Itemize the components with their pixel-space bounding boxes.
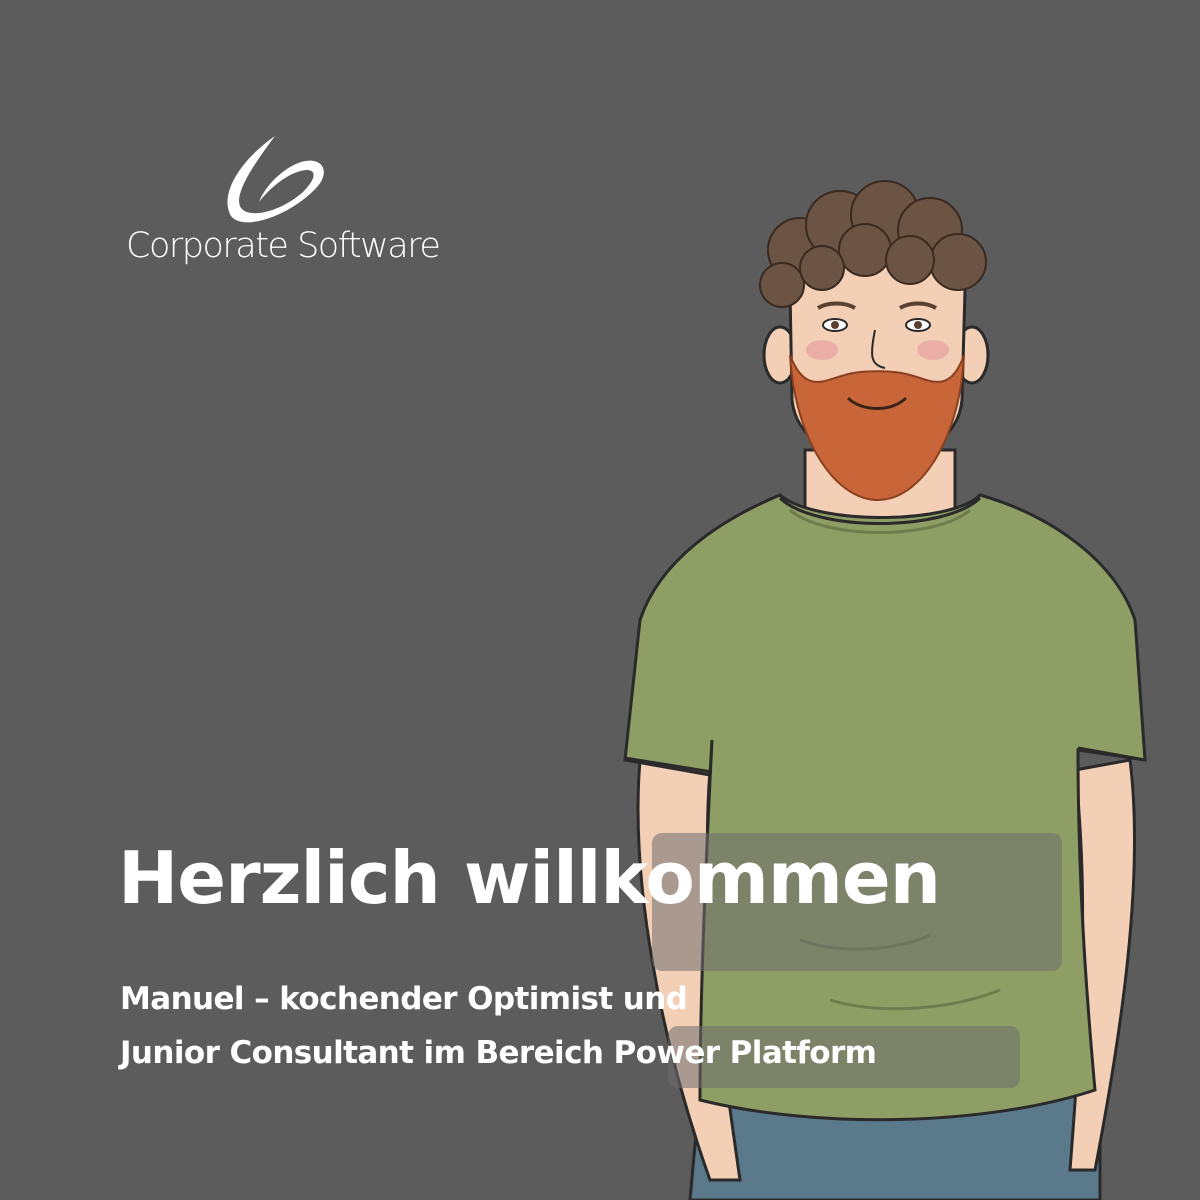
headline: Herzlich willkommen	[118, 836, 941, 920]
subline-1: Manuel – kochender Optimist und	[120, 981, 688, 1017]
company-logo: Corporate Software	[118, 128, 448, 298]
logo-wordmark: Corporate Software	[126, 226, 441, 266]
welcome-post: Corporate Software Herzlich willkommen M…	[0, 0, 1200, 1200]
swirl-logo-icon	[227, 136, 324, 223]
subline-2: Junior Consultant im Bereich Power Platf…	[120, 1035, 877, 1071]
